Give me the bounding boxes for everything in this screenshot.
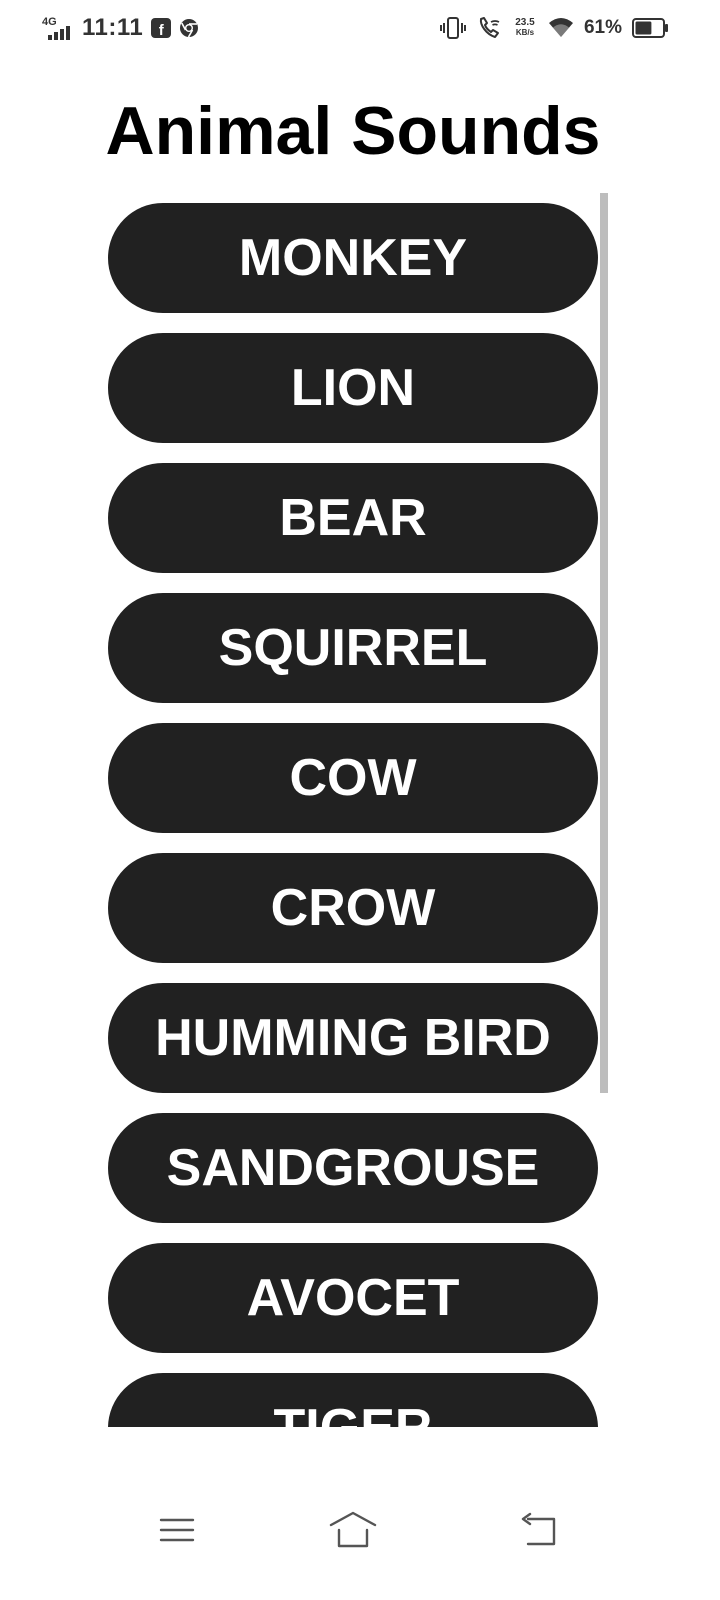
wifi-calling-icon bbox=[479, 17, 500, 38]
home-icon[interactable] bbox=[328, 1505, 378, 1555]
page-title: Animal Sounds bbox=[105, 93, 601, 169]
clock: 11:11 bbox=[82, 14, 144, 41]
facebook-icon: f bbox=[151, 18, 172, 38]
signal-icon: 4G bbox=[40, 14, 74, 42]
animal-button-squirrel[interactable]: SQUIRREL bbox=[108, 593, 598, 703]
status-bar: 4G 11:11 f 23.5 KB/s 61% bbox=[0, 0, 720, 56]
wifi-icon bbox=[548, 18, 573, 37]
navigation-bar bbox=[0, 1480, 720, 1580]
animal-button-sandgrouse[interactable]: SANDGROUSE bbox=[108, 1113, 598, 1223]
speed-value: 23.5 bbox=[515, 17, 535, 28]
animal-button-monkey[interactable]: MONKEY bbox=[108, 203, 598, 313]
status-bar-left: 4G 11:11 f bbox=[40, 12, 199, 44]
status-bar-right: 23.5 KB/s 61% bbox=[439, 12, 668, 44]
battery-icon bbox=[632, 18, 668, 38]
animal-button-humming-bird[interactable]: HUMMING BIRD bbox=[108, 983, 598, 1093]
back-icon[interactable] bbox=[514, 1505, 564, 1555]
animal-button-bear[interactable]: BEAR bbox=[108, 463, 598, 573]
menu-icon[interactable] bbox=[152, 1505, 202, 1555]
network-speed: 23.5 KB/s bbox=[512, 18, 538, 38]
vibrate-icon bbox=[439, 17, 466, 39]
animal-button-cow[interactable]: COW bbox=[108, 723, 598, 833]
animal-button-avocet[interactable]: AVOCET bbox=[108, 1243, 598, 1353]
animal-button-tiger[interactable]: TIGER bbox=[108, 1373, 598, 1427]
chrome-icon bbox=[180, 19, 199, 38]
animal-list[interactable]: MONKEY LION BEAR SQUIRREL COW CROW HUMMI… bbox=[108, 193, 600, 1427]
animal-button-lion[interactable]: LION bbox=[108, 333, 598, 443]
speed-unit: KB/s bbox=[515, 28, 535, 37]
scrollbar[interactable] bbox=[600, 193, 608, 1093]
animal-list-items: MONKEY LION BEAR SQUIRREL COW CROW HUMMI… bbox=[108, 203, 598, 1427]
animal-button-crow[interactable]: CROW bbox=[108, 853, 598, 963]
battery-percent: 61% bbox=[583, 17, 622, 38]
